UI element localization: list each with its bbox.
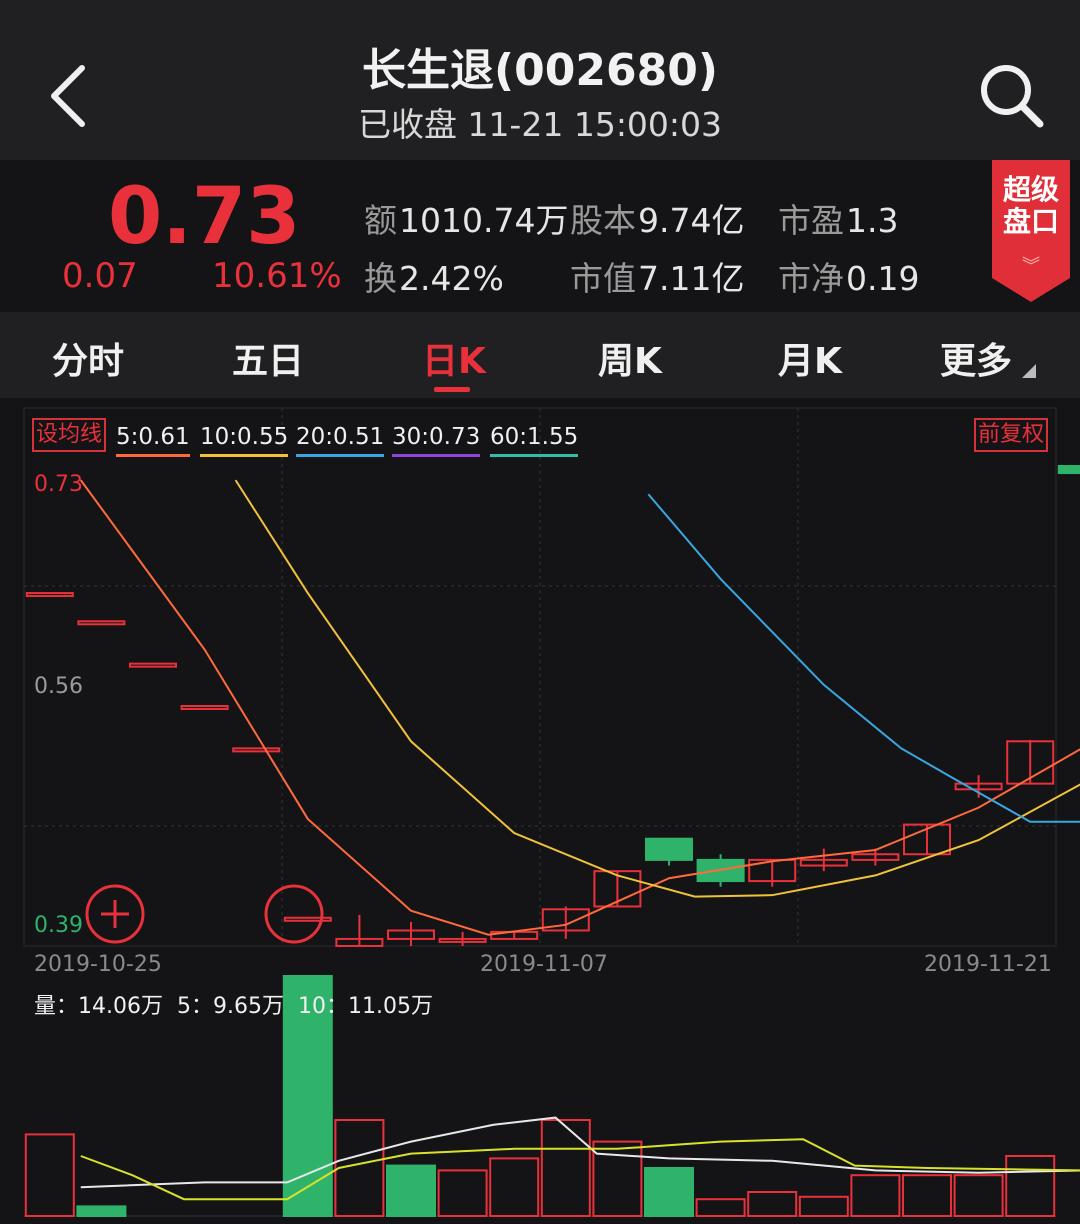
ma20-line: [647, 493, 1080, 823]
x-tick-end: 2019-11-21: [924, 952, 1052, 977]
crosshair-target-icon: [264, 884, 324, 944]
volume-bar: [489, 1157, 540, 1218]
stat-share-capital: 股本9.74亿: [570, 201, 745, 240]
set-ma-button[interactable]: 设均线: [32, 418, 107, 452]
market-status: 已收盘 11-21 15:00:03: [357, 105, 723, 144]
y-tick-high: 0.73: [34, 472, 83, 497]
kline-chart[interactable]: 设均线 5:0.61 10:0.55 20:0.51 30:0.73 60:1.…: [0, 398, 1080, 1224]
candle-body: [645, 837, 693, 861]
candle-body: [25, 592, 74, 598]
volume-bar: [747, 1191, 798, 1217]
volume-ma5-line: [80, 1116, 1080, 1189]
candle-body: [129, 662, 177, 668]
ma30-legend: 30:0.73: [392, 424, 481, 457]
ma10-line: [234, 479, 1080, 898]
quote-panel: 0.73 0.07 10.61% 额1010.74万 股本9.74亿 市盈1.3…: [0, 160, 1080, 310]
candle-body: [180, 705, 229, 710]
super-orderbook-label: 超级 盘口: [1002, 173, 1059, 238]
stat-turnover-rate: 换2.42%: [364, 259, 504, 298]
volume-bar: [902, 1174, 952, 1218]
ma20-legend: 20:0.51: [296, 424, 385, 457]
volume-legend: 量：14.06万 5：9.65万 10：11.05万: [34, 994, 433, 1019]
super-orderbook-button[interactable]: 超级 盘口 ︾: [992, 160, 1070, 302]
volume-bar: [1005, 1155, 1056, 1217]
stat-pb: 市净0.19: [778, 259, 920, 298]
last-price: 0.73: [108, 172, 301, 262]
chevron-down-icon: ︾: [1022, 256, 1040, 277]
x-tick-start: 2019-10-25: [34, 952, 162, 977]
tab-more[interactable]: 更多: [940, 332, 1012, 384]
volume-bar: [437, 1169, 488, 1218]
more-dropdown-icon: [1022, 364, 1036, 378]
active-tab-indicator: [434, 387, 470, 392]
y-tick-mid: 0.56: [34, 674, 83, 699]
tab-monthly-k[interactable]: 月K: [778, 332, 842, 384]
volume-bar: [695, 1198, 746, 1218]
tab-weekly-k[interactable]: 周K: [598, 332, 662, 384]
volume-bar: [592, 1140, 643, 1217]
volume-bar: [953, 1174, 1004, 1218]
stat-market-cap: 市值7.11亿: [570, 259, 745, 298]
volume-bar: [798, 1195, 849, 1217]
candle-body: [1057, 465, 1080, 475]
candle-body: [232, 747, 281, 753]
y-tick-low: 0.39: [34, 913, 83, 938]
period-tabs: 分时 五日 日K 周K 月K 更多: [0, 312, 1080, 398]
volume-bar: [540, 1119, 591, 1217]
adjust-mode-button[interactable]: 前复权: [974, 418, 1049, 452]
volume-bar: [24, 1133, 75, 1218]
price-change: 0.07: [62, 256, 138, 296]
volume-ma10-line: [80, 1138, 1080, 1201]
volume-bar: [76, 1205, 127, 1218]
volume-bar: [850, 1174, 901, 1218]
candle-body: [77, 620, 126, 626]
tab-daily-k[interactable]: 日K: [422, 332, 486, 384]
ma10-legend: 10:0.55: [200, 424, 289, 457]
stat-pe: 市盈1.3: [778, 201, 899, 240]
volume-bar: [386, 1164, 436, 1217]
volume-bar: [644, 1167, 694, 1217]
header: 长生退(002680) 已收盘 11-21 15:00:03: [0, 0, 1080, 160]
kline-plot: [23, 407, 1080, 1218]
tab-five-day[interactable]: 五日: [232, 332, 304, 384]
search-icon[interactable]: [972, 58, 1052, 138]
candle-body: [283, 916, 332, 922]
ma5-legend: 5:0.61: [116, 424, 190, 457]
x-tick-mid: 2019-11-07: [480, 952, 608, 977]
stat-turnover-amount: 额1010.74万: [364, 201, 569, 240]
stock-title: 长生退(002680): [362, 45, 718, 96]
ma5-line: [79, 479, 1080, 936]
ma60-legend: 60:1.55: [490, 424, 579, 457]
price-change-pct: 10.61%: [212, 256, 342, 296]
tab-intraday[interactable]: 分时: [52, 332, 124, 384]
